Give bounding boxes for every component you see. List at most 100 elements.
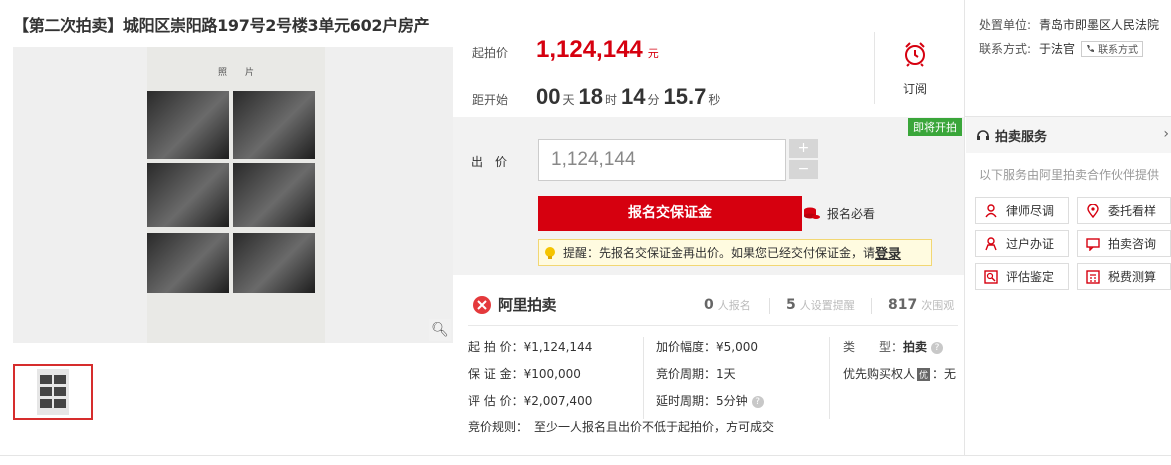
photo-room-3 — [233, 163, 315, 227]
divider — [874, 32, 875, 104]
stat-views: 817 次围观 — [888, 297, 954, 313]
detail-start-price: 起 拍 价：¥1,124,144 — [468, 340, 593, 354]
must-read-label: 报名必看 — [827, 207, 876, 221]
coins-icon — [804, 207, 820, 219]
start-price-value: 1,124,144 — [536, 36, 643, 63]
location-pin-icon — [1087, 203, 1099, 218]
stat-label: 人报名 — [717, 299, 751, 312]
stat-signups: 0 人报名 — [704, 297, 751, 313]
stat-label: 人设置提醒 — [799, 299, 855, 312]
divider — [769, 298, 770, 314]
countdown: 距开始 00 天 18 时 14 分 15.7 秒 — [472, 84, 724, 110]
service-appraisal[interactable]: 评估鉴定 — [975, 263, 1069, 290]
countdown-label: 距开始 — [472, 93, 509, 107]
priority-badge: 优 — [917, 368, 931, 381]
decrease-button[interactable]: − — [789, 160, 818, 179]
service-transfer[interactable]: 过户办证 — [975, 230, 1069, 257]
calculator-icon — [1086, 269, 1100, 284]
countdown-seconds: 15.7 — [663, 84, 707, 109]
detail-type-value: 拍卖 — [903, 340, 928, 354]
detail-deposit: 保 证 金：¥100,000 — [468, 367, 581, 381]
help-icon[interactable]: ? — [931, 341, 944, 354]
service-label: 委托看样 — [1108, 204, 1157, 218]
main-image[interactable]: 照 片 🔍︎ — [13, 47, 453, 343]
stat-num: 817 — [888, 297, 918, 313]
photo-sheet: 照 片 — [147, 47, 325, 343]
help-icon[interactable]: ? — [751, 395, 764, 408]
photo-building — [147, 91, 229, 159]
service-title: 拍卖服务 — [995, 129, 1048, 145]
phone-icon — [1087, 45, 1095, 52]
photo-room-2 — [147, 163, 229, 227]
detail-appraisal: 评 估 价：¥2,007,400 — [468, 394, 593, 408]
signup-deposit-button[interactable]: 报名交保证金 — [538, 196, 802, 231]
contact-row: 联系方式: 于法官 联系方式 — [979, 40, 1144, 57]
service-viewing[interactable]: 委托看样 — [1077, 197, 1171, 224]
service-label: 过户办证 — [1006, 237, 1055, 251]
disposal-unit-value: 青岛市即墨区人民法院 — [1039, 18, 1160, 32]
divider — [829, 337, 830, 419]
detail-delay-text: 延时周期：5分钟 — [656, 394, 748, 408]
contact-button[interactable]: 联系方式 — [1081, 40, 1144, 57]
stat-reminders: 5 人设置提醒 — [786, 297, 855, 313]
chat-icon — [1086, 237, 1100, 251]
status-badge: 即将开拍 — [908, 118, 962, 136]
login-link[interactable]: 登录 — [875, 243, 901, 262]
photo-room-5 — [233, 233, 315, 293]
chevron-right-icon[interactable]: › — [1163, 126, 1169, 142]
bid-input[interactable]: 1,124,144 — [538, 139, 786, 181]
divider — [871, 298, 872, 314]
notice-bar: 提醒：先报名交保证金再出价。如果您已经交付保证金，请 登录 — [538, 239, 932, 266]
countdown-minutes: 14 — [621, 84, 646, 109]
bid-label: 出 价 — [471, 155, 508, 169]
subscribe-button[interactable]: 订阅 — [890, 40, 940, 97]
minutes-unit: 分 — [647, 93, 660, 107]
detail-rules: 竞价规则： 至少一人报名且出价不低于起拍价，方可成交 — [468, 420, 775, 434]
divider — [468, 325, 958, 326]
detail-type-key: 类 型： — [843, 340, 904, 354]
notice-text: 提醒：先报名交保证金再出价。如果您已经交付保证金，请 — [563, 246, 876, 260]
service-tax[interactable]: 税费测算 — [1077, 263, 1171, 290]
detail-cycle: 竞价周期：1天 — [656, 367, 736, 381]
headset-icon — [977, 130, 989, 140]
start-price-row: 起拍价 1,124,144 元 — [472, 36, 659, 64]
sheet-label: 照 片 — [217, 68, 254, 78]
magnifier-icon[interactable]: 🔍︎ — [429, 319, 451, 341]
thumbnail-image — [37, 369, 69, 415]
service-header[interactable]: 拍卖服务 › — [966, 117, 1171, 153]
countdown-hours: 18 — [578, 84, 603, 109]
must-read-link[interactable]: 报名必看 — [803, 205, 875, 222]
service-lawyer[interactable]: 律师尽调 — [975, 197, 1069, 224]
bid-panel: 即将开拍 出 价 1,124,144 + − 报名交保证金 报名必看 提醒：先报… — [453, 117, 964, 275]
photo-room-4 — [147, 233, 229, 293]
service-consult[interactable]: 拍卖咨询 — [1077, 230, 1171, 257]
ali-auction-logo-icon — [473, 295, 491, 314]
disposal-unit-key: 处置单位: — [979, 18, 1032, 32]
service-label: 税费测算 — [1108, 270, 1157, 284]
divider — [964, 0, 965, 455]
person-icon — [985, 236, 997, 250]
subscribe-label: 订阅 — [902, 82, 927, 96]
hours-unit: 时 — [604, 93, 617, 107]
countdown-days: 00 — [536, 84, 561, 109]
service-label: 评估鉴定 — [1006, 270, 1055, 284]
days-unit: 天 — [562, 93, 575, 107]
lightbulb-icon — [545, 246, 555, 259]
stat-num: 5 — [786, 297, 796, 313]
service-desc: 以下服务由阿里拍卖合作伙伴提供 — [979, 168, 1160, 182]
service-label: 律师尽调 — [1006, 204, 1055, 218]
brand-name: 阿里拍卖 — [498, 296, 557, 314]
divider — [643, 337, 644, 419]
seconds-unit: 秒 — [708, 93, 721, 107]
detail-priority-value: ：无 — [932, 367, 957, 381]
detail-priority: 优先购买权人优：无 — [843, 365, 956, 382]
start-price-label: 起拍价 — [472, 46, 509, 60]
thumbnail-1[interactable] — [13, 364, 93, 420]
lawyer-icon — [985, 203, 997, 217]
detail-priority-key: 优先购买权人 — [843, 367, 916, 381]
appraisal-icon — [984, 269, 998, 284]
disposal-unit: 处置单位: 青岛市即墨区人民法院 — [979, 16, 1159, 33]
brand: 阿里拍卖 — [472, 294, 557, 315]
increase-button[interactable]: + — [789, 139, 818, 158]
stat-label: 次围观 — [921, 299, 955, 312]
